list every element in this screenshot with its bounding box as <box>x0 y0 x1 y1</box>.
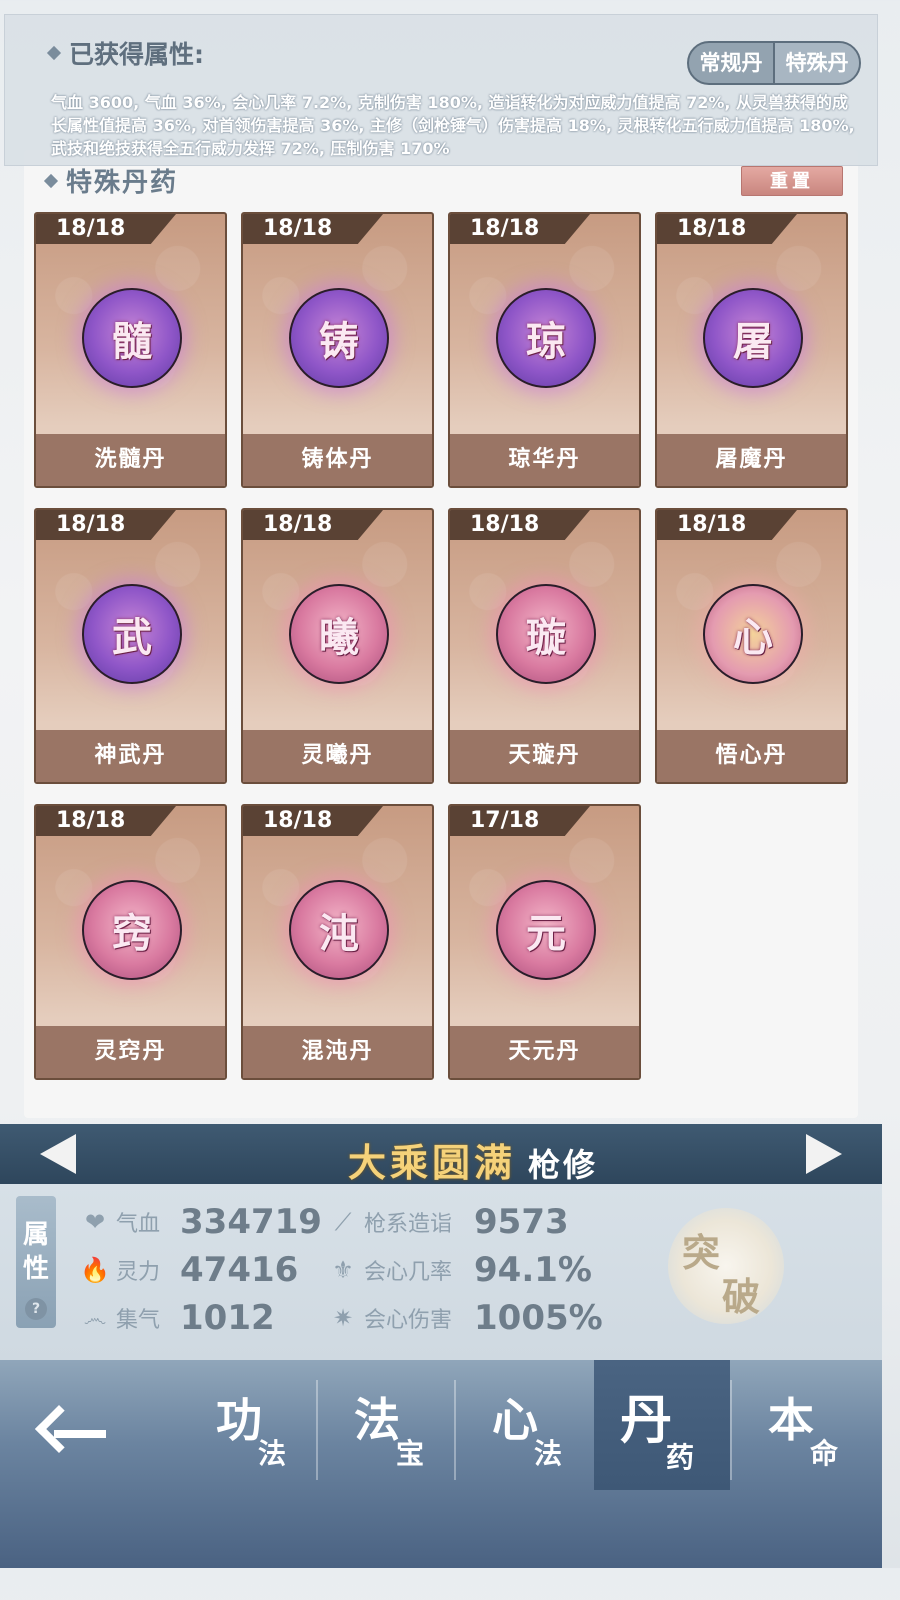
toggle-special-pill[interactable]: 特殊丹 <box>775 43 859 83</box>
diamond-icon <box>46 45 62 61</box>
obtained-attributes-panel: 已获得属性: 常规丹 特殊丹 气血 3600, 气血 36%, 会心几率 7.2… <box>4 14 878 166</box>
pill-card[interactable]: 18/18 璇 天璇丹 <box>448 508 641 784</box>
pill-name: 混沌丹 <box>243 1026 432 1078</box>
pill-orb-icon: 武 <box>82 584 182 684</box>
pill-orb-icon: 心 <box>703 584 803 684</box>
pill-orb-icon: 沌 <box>289 880 389 980</box>
attributes-text: 气血 3600, 气血 36%, 会心几率 7.2%, 克制伤害 180%, 造… <box>51 93 855 158</box>
pill-card[interactable]: 18/18 琼 琼华丹 <box>448 212 641 488</box>
heart-icon: ❤ <box>84 1208 106 1236</box>
pill-orb-icon: 琼 <box>496 288 596 388</box>
tab-danyao[interactable]: 丹 药 <box>594 1360 730 1490</box>
pill-card[interactable]: 18/18 窍 灵窍丹 <box>34 804 227 1080</box>
help-icon[interactable]: ? <box>25 1298 47 1320</box>
realm-name: 大乘圆满 <box>348 1140 517 1185</box>
bottom-nav: 功 法 法 宝 心 法 丹 药 本 命 <box>0 1360 882 1568</box>
pill-card[interactable]: 18/18 沌 混沌丹 <box>241 804 434 1080</box>
pill-card[interactable]: 18/18 髓 洗髓丹 <box>34 212 227 488</box>
pill-card[interactable]: 18/18 屠 屠魔丹 <box>655 212 848 488</box>
pill-type-toggle[interactable]: 常规丹 特殊丹 <box>687 41 861 85</box>
pill-orb-icon: 铸 <box>289 288 389 388</box>
stat-crit-rate: ⚜ 会心几率 94.1% <box>328 1250 592 1290</box>
stat-hp: ❤ 气血 334719 <box>80 1202 322 1242</box>
pill-orb-icon: 璇 <box>496 584 596 684</box>
crit-damage-icon: ✷ <box>332 1304 354 1332</box>
stat-gather: ෴ 集气 1012 <box>80 1298 275 1338</box>
tab-benming[interactable]: 本 命 <box>732 1360 868 1490</box>
pill-name: 悟心丹 <box>657 730 846 782</box>
swirl-icon: ෴ <box>83 1304 107 1332</box>
spirit-flame-icon: 🔥 <box>80 1256 110 1284</box>
stats-panel: 属 性 ? ❤ 气血 334719 🔥 灵力 47416 ෴ 集气 1012 ⟋… <box>0 1184 882 1360</box>
spear-icon: ⟋ <box>334 1208 352 1236</box>
stat-crit-damage: ✷ 会心伤害 1005% <box>328 1298 603 1338</box>
cultivation-type: 枪修 <box>528 1146 599 1184</box>
pill-card[interactable]: 18/18 心 悟心丹 <box>655 508 848 784</box>
crit-rate-icon: ⚜ <box>332 1256 354 1284</box>
pill-name: 灵窍丹 <box>36 1026 225 1078</box>
pill-card[interactable]: 17/18 元 天元丹 <box>448 804 641 1080</box>
attributes-title: 已获得属性: <box>46 35 204 71</box>
pill-name: 神武丹 <box>36 730 225 782</box>
pill-card[interactable]: 18/18 曦 灵曦丹 <box>241 508 434 784</box>
stat-spirit: 🔥 灵力 47416 <box>80 1250 299 1290</box>
pill-card[interactable]: 18/18 武 神武丹 <box>34 508 227 784</box>
next-arrow-icon[interactable] <box>806 1134 842 1174</box>
tab-fabao[interactable]: 法 宝 <box>318 1360 454 1490</box>
pill-name: 天元丹 <box>450 1026 639 1078</box>
pill-orb-icon: 窍 <box>82 880 182 980</box>
pill-name: 铸体丹 <box>243 434 432 486</box>
pill-orb-icon: 元 <box>496 880 596 980</box>
stat-spear-mastery: ⟋ 枪系造诣 9573 <box>328 1202 569 1242</box>
pill-card[interactable]: 18/18 铸 铸体丹 <box>241 212 434 488</box>
pill-name: 屠魔丹 <box>657 434 846 486</box>
realm-title: 大乘圆满 枪修 <box>348 1132 598 1185</box>
back-arrow-icon[interactable] <box>34 1404 110 1464</box>
pill-name: 灵曦丹 <box>243 730 432 782</box>
reset-button[interactable]: 重置 <box>741 166 843 196</box>
toggle-regular-pill[interactable]: 常规丹 <box>689 43 773 83</box>
pill-name: 洗髓丹 <box>36 434 225 486</box>
tab-gongfa[interactable]: 功 法 <box>180 1360 316 1490</box>
pill-orb-icon: 髓 <box>82 288 182 388</box>
realm-banner: 大乘圆满 枪修 <box>0 1124 882 1185</box>
pill-orb-icon: 曦 <box>289 584 389 684</box>
pill-grid: 18/18 髓 洗髓丹 18/18 铸 铸体丹 18/18 琼 琼华丹 18/1… <box>34 212 848 1082</box>
diamond-icon <box>43 173 59 188</box>
section-title-text: 特殊丹药 <box>66 168 179 198</box>
section-title: 特殊丹药 <box>43 162 179 199</box>
prev-arrow-icon[interactable] <box>40 1134 76 1174</box>
tab-xinfa[interactable]: 心 法 <box>456 1360 592 1490</box>
pill-name: 天璇丹 <box>450 730 639 782</box>
pill-name: 琼华丹 <box>450 434 639 486</box>
pill-orb-icon: 屠 <box>703 288 803 388</box>
breakthrough-button[interactable]: 突 破 <box>668 1208 784 1324</box>
attributes-title-text: 已获得属性: <box>69 40 204 69</box>
